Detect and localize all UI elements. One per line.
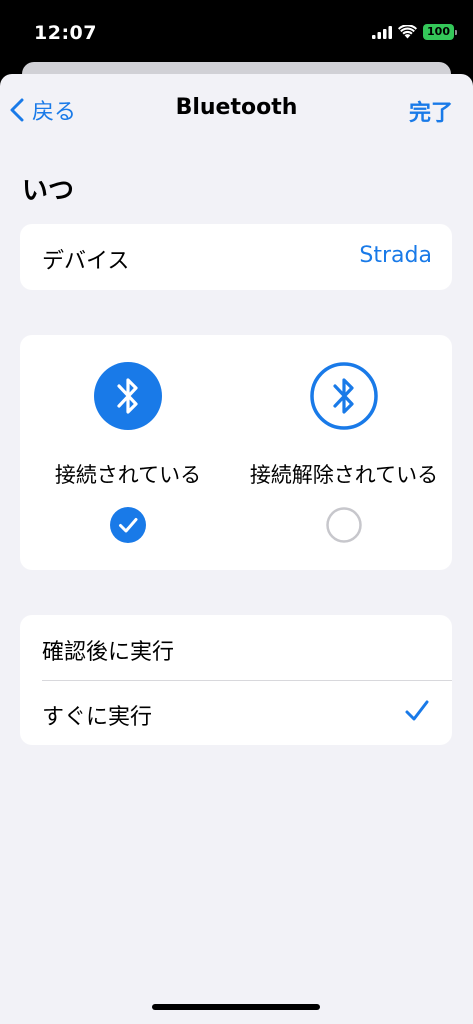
- device-label: デバイス: [42, 249, 130, 274]
- status-bar: 12:07 100: [0, 0, 473, 64]
- disconnected-option[interactable]: 接続解除されている: [236, 335, 452, 570]
- run-after-confirm-row[interactable]: 確認後に実行: [20, 615, 452, 680]
- status-time: 12:07: [34, 22, 97, 44]
- signal-icon: [372, 25, 393, 39]
- page-title: Bluetooth: [175, 95, 298, 120]
- run-mode-list: 確認後に実行 すぐに実行: [20, 615, 452, 745]
- battery-level: 100: [423, 24, 454, 40]
- bluetooth-trigger-sheet: 戻る Bluetooth 完了 いつ デバイス Strada 接続されている 接…: [0, 74, 473, 1024]
- screen: 12:07 100 戻る Bluetooth 完了 いつ デバイス Strada…: [0, 0, 473, 1024]
- bluetooth-outline-icon: [310, 362, 378, 430]
- run-immediately-label: すぐに実行: [42, 705, 153, 730]
- battery-icon: 100: [423, 24, 457, 40]
- device-row[interactable]: デバイス Strada: [20, 224, 452, 290]
- when-section-header: いつ: [22, 176, 75, 206]
- radio-unchecked-icon: [326, 507, 362, 543]
- wifi-icon: [398, 25, 418, 39]
- status-icons: 100: [372, 24, 457, 40]
- run-immediately-row[interactable]: すぐに実行: [20, 680, 452, 745]
- bluetooth-filled-icon: [94, 362, 162, 430]
- disconnected-label: 接続解除されている: [249, 463, 439, 487]
- done-button[interactable]: 完了: [409, 95, 453, 127]
- home-indicator: [152, 1004, 320, 1010]
- connection-state-picker: 接続されている 接続解除されている: [20, 335, 452, 570]
- device-value: Strada: [359, 243, 432, 268]
- connected-option[interactable]: 接続されている: [20, 335, 236, 570]
- checkmark-icon: [405, 700, 429, 721]
- battery-cap: [455, 29, 457, 35]
- radio-checked-icon: [110, 507, 146, 543]
- navigation-bar: 戻る Bluetooth 完了: [0, 74, 473, 144]
- run-after-confirm-label: 確認後に実行: [42, 640, 175, 665]
